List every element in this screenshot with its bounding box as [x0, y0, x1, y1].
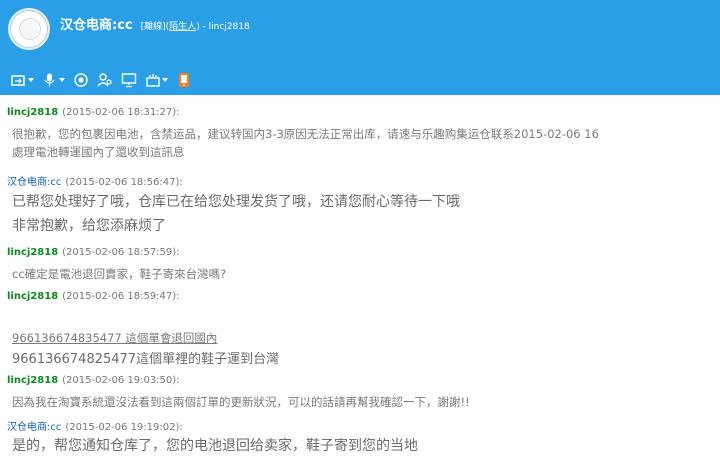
microphone-icon — [44, 73, 55, 87]
sender-name: lincj2818 — [7, 107, 59, 118]
sender-name: lincj2818 — [7, 291, 59, 302]
record-button[interactable] — [72, 69, 90, 91]
message-text: 966136674835477 這個單會退回國內 — [12, 331, 218, 345]
screen-share-icon — [121, 73, 137, 88]
people-icon — [97, 73, 112, 87]
apps-icon — [146, 74, 160, 87]
message-sender: 汉仓电商:cc (2015-02-06 18:56:47): — [7, 173, 183, 188]
message-timestamp: (2015-02-06 18:56:47): — [65, 177, 183, 188]
message-sender: lincj2818 (2015-02-06 18:59:47): — [7, 291, 180, 302]
avatar-face-icon — [19, 18, 41, 40]
contacts-button[interactable] — [96, 69, 114, 91]
screen-share-button[interactable] — [120, 69, 138, 91]
record-icon — [74, 73, 88, 87]
previous-message-fragment: ——— — [14, 95, 84, 97]
message-timestamp: (2015-02-06 18:31:27): — [62, 107, 180, 118]
message-timestamp: (2015-02-06 19:03:50): — [62, 375, 180, 386]
folder-transfer-icon — [11, 75, 25, 86]
chevron-down-icon — [162, 78, 168, 82]
phone-transfer-icon — [179, 73, 189, 87]
message-timestamp: (2015-02-06 18:59:47): — [62, 291, 180, 302]
sender-name: lincj2818 — [7, 375, 59, 386]
chat-history[interactable]: ——— lincj2818(2015-02-06 18:31:27): 很抱歉，… — [0, 95, 720, 460]
message-timestamp: (2015-02-06 19:19:02): — [65, 422, 183, 433]
voice-button[interactable] — [41, 69, 66, 91]
account-text: ) - lincj2818 — [196, 22, 250, 32]
group-link[interactable]: 陌生人 — [169, 22, 196, 32]
apps-button[interactable] — [144, 69, 169, 91]
toolbar — [10, 69, 193, 91]
message-text: 處理電池轉運國內了還收到這訊息 — [12, 145, 185, 159]
phone-transfer-button[interactable] — [175, 69, 193, 91]
chat-header: 汉仓电商:cc [離線](陌生人) - lincj2818 — [0, 0, 720, 95]
message-text: 966136674825477這個單裡的鞋子運到台灣 — [12, 352, 280, 367]
status-text: [離線]( — [140, 22, 170, 32]
message-text: cc確定是電池退回賣家，鞋子寄來台灣嗎? — [12, 267, 227, 281]
contact-status: [離線](陌生人) - lincj2818 — [141, 19, 250, 32]
sender-name: lincj2818 — [7, 247, 59, 258]
title-row: 汉仓电商:cc [離線](陌生人) - lincj2818 — [60, 14, 250, 38]
message-sender: 汉仓电商:cc (2015-02-06 19:19:02): — [7, 418, 183, 433]
message-text: 很抱歉，您的包裹因电池，含禁运品，建议转国内3-3原因无法正常出库，请速与乐趣购… — [12, 127, 599, 141]
contact-name[interactable]: 汉仓电商:cc — [60, 14, 133, 33]
message-text: 非常抱歉，给您添麻烦了 — [12, 218, 166, 234]
message-text: 已帮您处理好了哦，仓库已在给您处理发货了哦，还请您耐心等待一下哦 — [12, 194, 460, 210]
transfer-file-button[interactable] — [10, 69, 35, 91]
chevron-down-icon — [28, 78, 34, 82]
message-text: 是的，帮您通知仓库了，您的电池退回给卖家，鞋子寄到您的当地 — [12, 438, 418, 454]
message-sender: lincj2818 (2015-02-06 19:03:50): — [7, 375, 180, 386]
message-timestamp: (2015-02-06 18:57:59): — [62, 247, 180, 258]
contact-avatar[interactable] — [8, 8, 50, 50]
message-text: 因為我在淘寶系統還沒法看到這兩個訂單的更新狀況，可以的話請再幫我確認一下，謝謝!… — [12, 395, 470, 409]
sender-name: 汉仓电商:cc — [7, 422, 62, 433]
chevron-down-icon — [59, 78, 65, 82]
sender-name: 汉仓电商:cc — [7, 177, 62, 188]
message-sender: lincj2818 (2015-02-06 18:57:59): — [7, 247, 180, 258]
message-sender: lincj2818 (2015-02-06 18:31:27): — [7, 107, 180, 118]
